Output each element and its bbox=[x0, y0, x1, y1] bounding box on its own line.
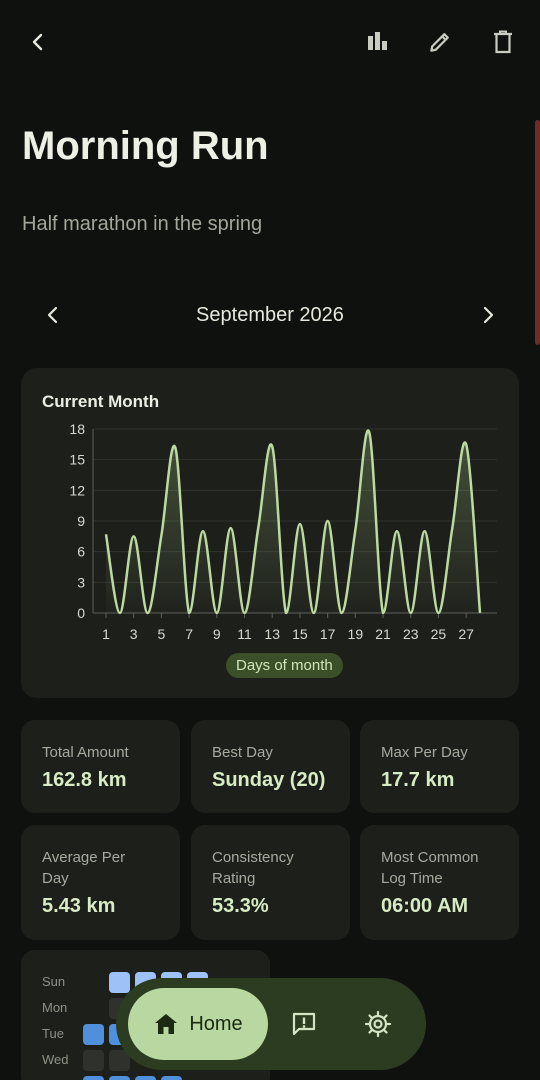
top-app-bar bbox=[0, 0, 540, 86]
heatmap-cell bbox=[83, 1024, 104, 1045]
stat-value: 17.7 km bbox=[381, 769, 455, 791]
monthly-chart-card: Current Month 0 3 6 9 12 15 18 1 3 5 7 9 11 13 15 17 19 2… bbox=[21, 368, 519, 698]
x-tick-label: 23 bbox=[403, 626, 419, 642]
x-tick-label: 11 bbox=[237, 626, 252, 642]
heatmap-cell bbox=[83, 1076, 104, 1080]
heatmap-day-label: Wed bbox=[42, 1052, 69, 1067]
stat-average-per-day: Average Per Day 5.43 km bbox=[21, 825, 180, 940]
stat-value: 5.43 km bbox=[42, 895, 116, 917]
x-tick-label: 15 bbox=[292, 626, 308, 642]
feedback-icon bbox=[292, 1012, 316, 1036]
stat-label: Average Per Day bbox=[42, 849, 126, 887]
stat-label: Most Common Log Time bbox=[381, 849, 479, 887]
nav-settings-button[interactable] bbox=[354, 1000, 402, 1048]
nav-home-button[interactable]: Home bbox=[128, 988, 268, 1060]
stat-best-day: Best Day Sunday (20) bbox=[191, 720, 350, 813]
stat-value: 162.8 km bbox=[42, 769, 127, 791]
delete-button[interactable] bbox=[479, 18, 527, 66]
x-tick-label: 9 bbox=[213, 626, 221, 642]
heatmap-cell bbox=[109, 1076, 130, 1080]
x-tick-label: 13 bbox=[264, 626, 280, 642]
x-tick-label: 25 bbox=[431, 626, 447, 642]
home-icon bbox=[155, 1014, 178, 1034]
heatmap-cell bbox=[161, 1076, 182, 1080]
nav-feedback-button[interactable] bbox=[280, 1000, 328, 1048]
heatmap-day-label: Tue bbox=[42, 1026, 64, 1041]
month-navigator: September 2026 bbox=[0, 290, 540, 340]
heatmap-cell bbox=[83, 1050, 104, 1071]
heatmap-cell bbox=[109, 972, 130, 993]
statistics-button[interactable] bbox=[353, 18, 401, 66]
chevron-right-icon bbox=[483, 306, 494, 324]
y-tick-label: 12 bbox=[69, 482, 85, 498]
stat-label: Best Day bbox=[212, 744, 273, 761]
pencil-icon bbox=[430, 33, 449, 52]
bottom-navigation-bar: Home bbox=[116, 978, 426, 1070]
x-tick-label: 21 bbox=[375, 626, 391, 642]
next-month-button[interactable] bbox=[464, 291, 512, 339]
stat-value: 06:00 AM bbox=[381, 895, 469, 917]
x-tick-label: 1 bbox=[102, 626, 110, 642]
y-tick-label: 9 bbox=[77, 513, 85, 529]
stat-value: 53.3% bbox=[212, 895, 269, 917]
stat-value: Sunday (20) bbox=[212, 769, 326, 791]
back-button[interactable] bbox=[14, 18, 62, 66]
x-tick-label: 7 bbox=[185, 626, 193, 642]
trash-icon bbox=[494, 30, 512, 54]
x-tick-label: 17 bbox=[320, 626, 336, 642]
y-tick-label: 3 bbox=[77, 574, 85, 590]
bar-chart-icon bbox=[368, 32, 387, 50]
heatmap-day-label: Sun bbox=[42, 974, 66, 989]
heatmap-day-label: Mon bbox=[42, 1000, 68, 1015]
monthly-area-chart: 03691215181 3 5 7 9 11 13 15 17 19 21 23 25 27 bbox=[69, 421, 497, 642]
x-axis-label: Days of month bbox=[226, 653, 343, 678]
y-tick-label: 6 bbox=[77, 544, 85, 560]
heatmap-cell bbox=[135, 1076, 156, 1080]
x-tick-label: 19 bbox=[348, 626, 364, 642]
gear-icon bbox=[364, 1010, 392, 1038]
y-tick-label: 18 bbox=[69, 421, 85, 437]
habit-description: Half marathon in the spring bbox=[22, 213, 263, 235]
x-tick-label: 3 bbox=[130, 626, 138, 642]
y-tick-label: 15 bbox=[69, 452, 85, 468]
stat-label: Total Amount bbox=[42, 744, 129, 761]
stat-label: Max Per Day bbox=[381, 744, 468, 761]
stat-consistency-rating: Consistency Rating 53.3% bbox=[191, 825, 350, 940]
stat-total-amount: Total Amount 162.8 km bbox=[21, 720, 180, 813]
stat-max-per-day: Max Per Day 17.7 km bbox=[360, 720, 519, 813]
stat-label: Consistency Rating bbox=[212, 849, 294, 887]
edit-button[interactable] bbox=[416, 18, 464, 66]
y-tick-label: 0 bbox=[77, 605, 85, 621]
stat-most-common-log-time: Most Common Log Time 06:00 AM bbox=[360, 825, 519, 940]
x-tick-label: 5 bbox=[158, 626, 166, 642]
back-arrow-icon bbox=[32, 33, 43, 51]
month-label: September 2026 bbox=[196, 304, 344, 326]
x-tick-label: 27 bbox=[458, 626, 474, 642]
nav-home-label: Home bbox=[189, 1012, 243, 1035]
habit-title: Morning Run bbox=[22, 124, 269, 168]
